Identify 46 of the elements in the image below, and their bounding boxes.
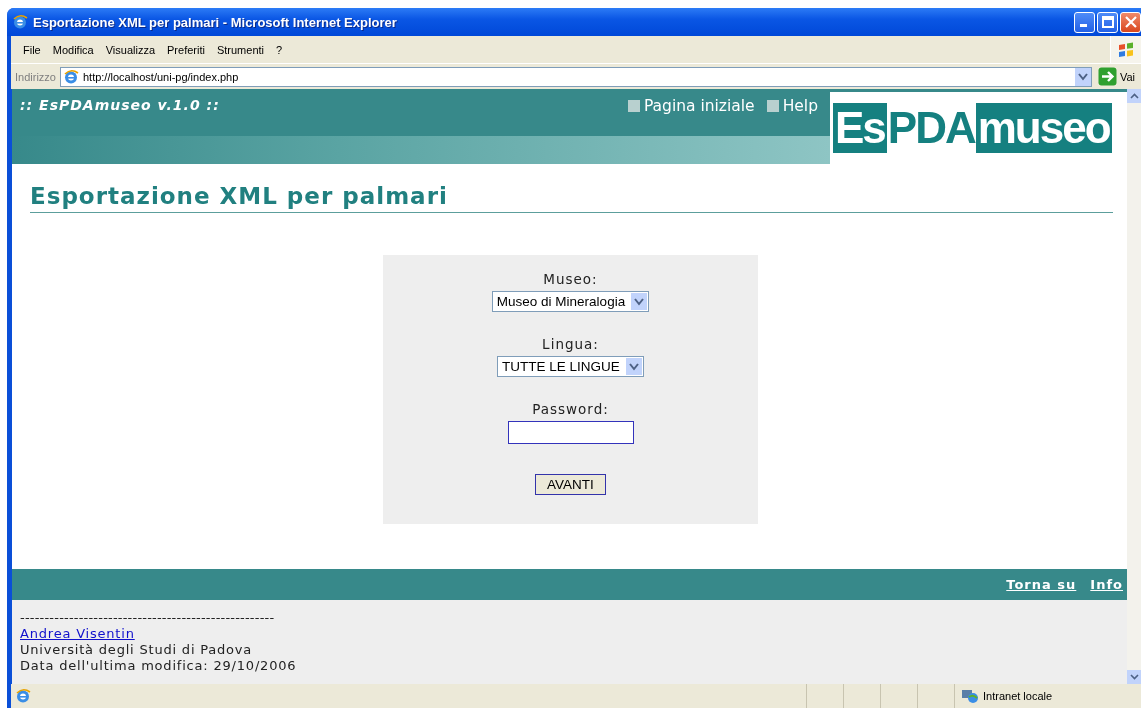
footer-text: Università degli Studi di Padova xyxy=(20,642,253,658)
page-title: Esportazione XML per palmari xyxy=(30,183,1113,213)
minimize-icon xyxy=(1080,23,1087,27)
separator-line: ---------------------------------------------------- xyxy=(20,610,275,626)
network-globe-icon xyxy=(961,688,979,704)
browser-icon xyxy=(12,14,28,30)
footer-link[interactable]: Info xyxy=(1090,577,1123,592)
zone-label: Intranet locale xyxy=(983,690,1053,702)
site-logo: EsPDAmuseo xyxy=(833,102,1112,155)
nav-link[interactable]: Pagina iniziale xyxy=(627,97,755,115)
maximize-button[interactable] xyxy=(1097,11,1118,33)
password-field[interactable] xyxy=(507,421,634,444)
close-icon xyxy=(1124,16,1137,28)
submit-button[interactable]: AVANTI xyxy=(535,474,606,495)
footer-text: Data dell'ultima modifica: 29/10/2006 xyxy=(20,658,297,674)
address-field[interactable]: http://localhost/uni-pg/index.php xyxy=(59,66,1092,87)
menu-item[interactable]: Visualizza xyxy=(99,41,162,58)
close-button[interactable] xyxy=(1120,11,1141,33)
menu-item[interactable]: File xyxy=(17,41,47,58)
nav-link[interactable]: Help xyxy=(766,97,818,115)
square-bullet-icon xyxy=(766,100,779,112)
field-label: Password: xyxy=(532,401,609,417)
scroll-down-icon[interactable] xyxy=(1129,674,1139,680)
go-button[interactable]: Vai xyxy=(1095,66,1141,87)
page-icon xyxy=(15,688,31,704)
square-bullet-icon xyxy=(627,100,640,112)
field-label: Museo: xyxy=(543,271,598,287)
field-label: Lingua: xyxy=(542,336,599,352)
page-icon xyxy=(62,68,79,85)
menu-item[interactable]: Strumenti xyxy=(210,41,270,58)
windows-flag-icon xyxy=(1117,40,1135,59)
minimize-button[interactable] xyxy=(1074,11,1095,33)
menu-item[interactable]: Modifica xyxy=(46,41,100,58)
address-label: Indirizzo xyxy=(15,70,56,83)
window-title: Esportazione XML per palmari - Microsoft Internet Explorer xyxy=(33,14,398,30)
scroll-up-icon[interactable] xyxy=(1129,93,1139,99)
footer-link[interactable]: Torna su xyxy=(1006,577,1077,592)
maximize-icon xyxy=(1101,16,1114,28)
dropdown-field[interactable]: Museo di Mineralogia xyxy=(491,291,650,312)
site-tagline: :: EsPDAmuseo v.1.0 :: xyxy=(20,97,220,113)
menu-item[interactable]: ? xyxy=(270,41,289,58)
dropdown-field[interactable]: TUTTE LE LINGUE xyxy=(497,356,644,377)
go-arrow-icon xyxy=(1097,67,1117,86)
author-link[interactable]: Andrea Visentin xyxy=(20,626,135,642)
scrollbar[interactable] xyxy=(1127,89,1141,684)
menu-item[interactable]: Preferiti xyxy=(161,41,211,58)
